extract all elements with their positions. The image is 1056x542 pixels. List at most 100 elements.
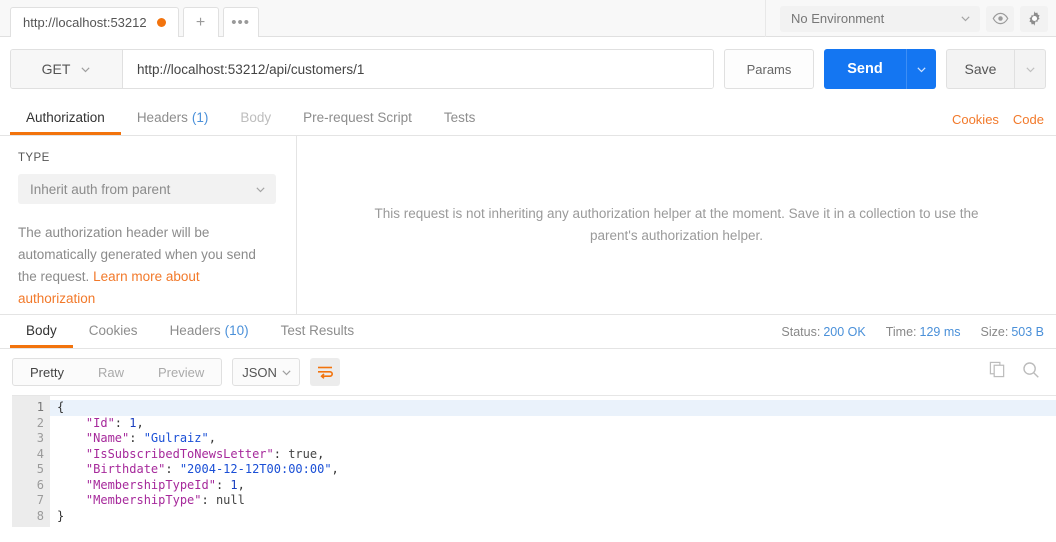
auth-help-text: The authorization header will be automat…: [18, 222, 276, 309]
word-wrap-button[interactable]: [310, 358, 341, 386]
chevron-down-icon: [81, 66, 90, 72]
response-tab-headers[interactable]: Headers (10): [154, 315, 265, 348]
time-badge: Time: 129 ms: [886, 325, 961, 339]
url-bar: GET http://localhost:53212/api/customers…: [10, 49, 1046, 89]
method-url-group: GET http://localhost:53212/api/customers…: [10, 49, 714, 89]
tab-authorization[interactable]: Authorization: [10, 103, 121, 135]
line-number: 8: [36, 508, 44, 523]
tab-label: Pre-request Script: [303, 110, 412, 125]
size-value: 503 B: [1011, 325, 1044, 339]
http-method-select[interactable]: GET: [11, 50, 123, 88]
auth-type-select[interactable]: Inherit auth from parent: [18, 174, 276, 204]
tab-label: Body: [240, 110, 272, 125]
new-tab-button[interactable]: +: [182, 7, 219, 37]
tab-body[interactable]: Body: [224, 103, 287, 135]
status-label: Status:: [781, 325, 821, 339]
line-number: 6: [36, 477, 44, 492]
copy-button[interactable]: [989, 361, 1006, 383]
response-format-select[interactable]: JSON: [232, 358, 301, 386]
view-mode-pretty[interactable]: Pretty: [13, 359, 81, 385]
url-input[interactable]: http://localhost:53212/api/customers/1: [123, 50, 713, 88]
http-method-value: GET: [41, 61, 71, 77]
tab-label: Cookies: [88, 322, 138, 338]
code-line: "MembershipType": null: [57, 493, 245, 507]
response-toolbar: Pretty Raw Preview JSON: [0, 349, 1056, 395]
tab-headers[interactable]: Headers (1): [121, 103, 225, 135]
tab-label: Body: [26, 322, 57, 338]
save-options-button[interactable]: [1014, 49, 1046, 89]
chevron-down-icon: [256, 186, 265, 192]
tab-options-button[interactable]: •••: [222, 7, 259, 37]
environment-select-value: No Environment: [791, 11, 885, 26]
response-tabs: Body Cookies Headers (10) Test Results S…: [0, 315, 1056, 349]
save-button[interactable]: Save: [946, 49, 1014, 89]
send-button[interactable]: Send: [824, 49, 906, 89]
tab-label: Headers: [169, 322, 221, 338]
code-line: "IsSubscribedToNewsLetter": true,: [57, 446, 325, 461]
response-tab-cookies[interactable]: Cookies: [73, 315, 154, 348]
line-number: 4: [36, 446, 44, 461]
request-tab[interactable]: http://localhost:53212: [10, 7, 179, 37]
code-line: "MembershipTypeId": 1,: [57, 477, 245, 492]
chevron-down-icon: [961, 16, 970, 22]
tab-pre-request-script[interactable]: Pre-request Script: [287, 103, 428, 135]
gear-icon: [1028, 11, 1040, 26]
auth-type-value: Inherit auth from parent: [30, 181, 171, 197]
tab-label: Tests: [443, 110, 476, 125]
eye-icon: [992, 12, 1008, 25]
type-label: TYPE: [18, 152, 50, 164]
request-tabs-actions: Cookies Code: [952, 103, 1044, 136]
unsaved-indicator-icon: [156, 18, 166, 27]
tab-label: Test Results: [280, 322, 355, 338]
view-mode-preview[interactable]: Preview: [141, 359, 221, 385]
line-number: 2: [36, 415, 44, 430]
response-toolbar-actions: [989, 349, 1040, 395]
send-group: Send: [824, 49, 936, 89]
code-line: }: [57, 508, 65, 523]
response-body-code[interactable]: { "Id": 1, "Name": "Gulraiz", "IsSubscri…: [50, 396, 1056, 527]
inherit-auth-message: This request is not inheriting any autho…: [374, 205, 979, 243]
request-tab-label: http://localhost:53212: [23, 15, 147, 30]
response-meta: Status: 200 OK Time: 129 ms Size: 503 B: [781, 315, 1044, 349]
tab-count: (10): [224, 322, 249, 338]
time-label: Time:: [885, 325, 917, 339]
view-mode-raw[interactable]: Raw: [81, 359, 141, 385]
search-icon: [1023, 361, 1039, 378]
environment-select[interactable]: No Environment: [780, 5, 980, 32]
code-line: {: [50, 400, 1056, 416]
response-format-value: JSON: [242, 364, 277, 380]
request-tabs: Authorization Headers (1) Body Pre-reque…: [0, 103, 1056, 136]
request-tab-strip: http://localhost:53212 + •••: [0, 0, 259, 37]
status-value: 200 OK: [823, 325, 866, 339]
word-wrap-icon: [318, 366, 334, 379]
time-value: 129 ms: [919, 325, 961, 339]
chevron-down-icon: [1025, 66, 1035, 72]
tab-label: Authorization: [26, 110, 105, 125]
settings-button[interactable]: [1020, 5, 1048, 32]
response-tab-body[interactable]: Body: [10, 315, 73, 348]
line-number: 3: [36, 431, 44, 445]
authorization-type-section: TYPE Inherit auth from parent The author…: [0, 136, 297, 314]
tab-label: Headers: [136, 110, 188, 125]
copy-icon: [989, 361, 1005, 378]
authorization-panel: TYPE Inherit auth from parent The author…: [0, 136, 1056, 315]
environment-quick-look-button[interactable]: [986, 5, 1014, 32]
environment-controls: No Environment: [765, 0, 1048, 37]
code-line: "Birthdate": "2004-12-12T00:00:00",: [57, 462, 339, 476]
code-link[interactable]: Code: [1013, 112, 1044, 127]
params-button[interactable]: Params: [724, 49, 814, 89]
top-bar: http://localhost:53212 + ••• No Environm…: [0, 0, 1056, 37]
code-line: "Name": "Gulraiz",: [57, 431, 216, 445]
send-options-button[interactable]: [906, 49, 936, 89]
response-body-viewer[interactable]: 1▼2345678 { "Id": 1, "Name": "Gulraiz", …: [12, 395, 1056, 527]
response-tab-test-results[interactable]: Test Results: [265, 315, 371, 348]
size-badge: Size: 503 B: [981, 325, 1044, 339]
tab-tests[interactable]: Tests: [428, 103, 492, 135]
cookies-link[interactable]: Cookies: [952, 112, 999, 127]
line-number: 1▼: [12, 400, 59, 416]
code-line: "Id": 1,: [57, 415, 144, 430]
line-number: 7: [36, 493, 44, 507]
search-button[interactable]: [1022, 361, 1040, 384]
line-number: 5: [36, 462, 44, 476]
chevron-down-icon: [917, 66, 926, 72]
